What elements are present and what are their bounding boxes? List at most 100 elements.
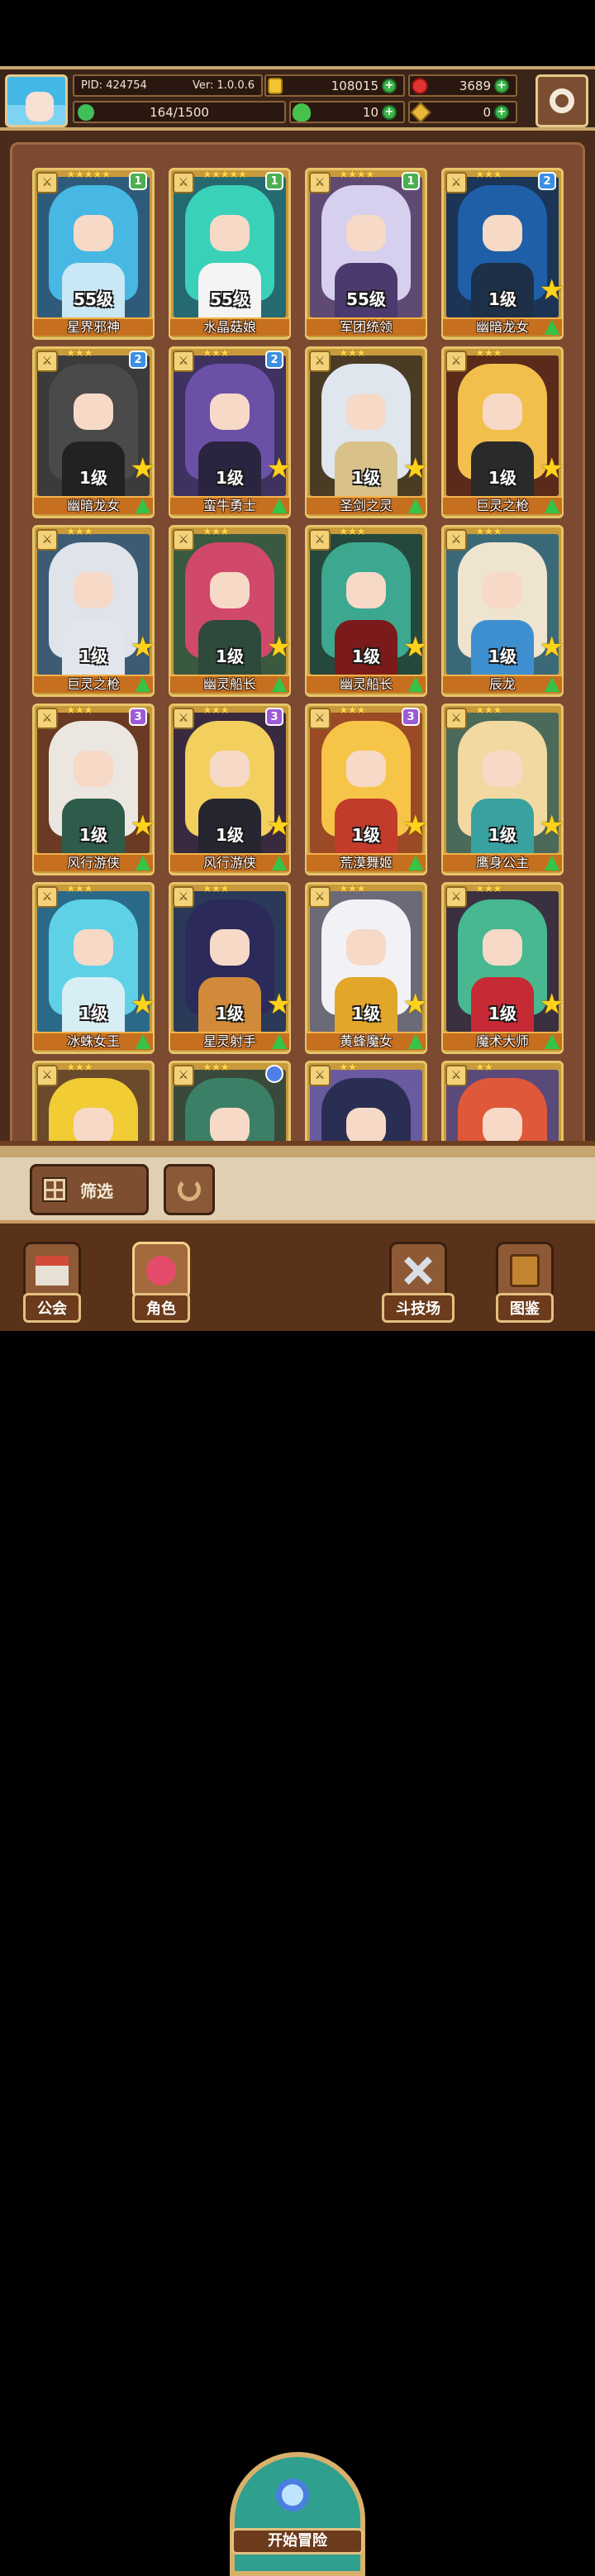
star-upgrade-icon[interactable]: ★ [540,633,564,661]
hero-card[interactable]: ⚔ ★★★ 1级 幽灵船长 ★ ▲ [305,525,428,697]
hero-card[interactable]: ⚔ ★★★★★ 1 55级 水晶菇娘 [169,168,291,340]
settings-button[interactable] [536,74,588,127]
nav-role[interactable]: 角色 [132,1242,190,1323]
star-upgrade-icon[interactable]: ★ [403,455,428,483]
role-portrait-icon [132,1242,190,1300]
nav-arena[interactable]: 斗技场 [382,1242,455,1323]
start-adventure-button[interactable]: 开始冒险 [223,2452,372,2576]
magnifier-icon [276,2478,309,2512]
level-up-arrow-icon[interactable]: ▲ [403,1028,428,1052]
hero-level: 55级 [74,289,113,309]
hero-stars: ★★★ [475,526,502,538]
star-upgrade-icon[interactable]: ★ [131,455,155,483]
star-upgrade-icon[interactable]: ★ [267,812,292,840]
hero-face [74,751,113,787]
level-up-arrow-icon[interactable]: ▲ [540,850,564,873]
level-up-arrow-icon[interactable]: ▲ [131,850,155,873]
weapon-class-icon: ⚔ [309,529,331,551]
hero-card[interactable]: ⚔ ★★★ 3 1级 风行游侠 ★ ▲ [32,704,155,875]
hero-card[interactable]: ⚔ ★★★ 1级 冰蛛女王 ★ ▲ [32,882,155,1054]
hero-face [346,929,386,966]
star-upgrade-icon[interactable]: ★ [403,812,428,840]
level-up-arrow-icon[interactable]: ▲ [267,850,292,873]
star-upgrade-icon[interactable]: ★ [540,990,564,1018]
hero-stars: ★★★ [202,883,230,895]
star-upgrade-icon[interactable]: ★ [267,455,292,483]
hero-card[interactable]: ⚔ ★★★ 3 1级 荒漠舞姬 ★ ▲ [305,704,428,875]
filter-label: 筛选 [80,1181,113,1201]
star-upgrade-icon[interactable]: ★ [131,812,155,840]
nav-guild[interactable]: 公会 [23,1242,81,1323]
rank-badge: 1 [265,172,283,190]
star-upgrade-icon[interactable]: ★ [403,633,428,661]
weapon-class-icon: ⚔ [36,529,58,551]
energy-icon [78,103,94,121]
level-up-arrow-icon[interactable]: ▲ [131,671,155,694]
hero-card[interactable]: ⚔ ★★★ 2 1级 蛮牛勇士 ★ ▲ [169,346,292,518]
hero-stars: ★★★ [202,1061,230,1074]
hero-card[interactable]: ⚔ ★★★★★ 1 55级 星界邪神 [32,168,155,340]
hero-card[interactable]: ⚔ ★★★ 3 1级 风行游侠 ★ ▲ [169,704,292,875]
gold-coin-icon [268,77,283,94]
level-up-arrow-icon[interactable]: ▲ [403,493,428,516]
filter-button[interactable]: 筛选 [30,1164,149,1215]
add-gems-button[interactable]: + [494,78,509,93]
level-up-arrow-icon[interactable]: ▲ [403,850,428,873]
level-up-arrow-icon[interactable]: ▲ [540,314,564,337]
star-upgrade-icon[interactable]: ★ [540,812,564,840]
nav-codex[interactable]: 图鉴 [496,1242,554,1323]
star-upgrade-icon[interactable]: ★ [131,990,155,1018]
level-up-arrow-icon[interactable]: ▲ [540,493,564,516]
gold-counter: 108015 + [264,74,405,97]
star-upgrade-icon[interactable]: ★ [267,633,292,661]
adventure-map-dome [230,2452,365,2576]
hero-card[interactable]: ⚔ ★★★ 1级 幽灵船长 ★ ▲ [169,525,292,697]
status-bar [0,0,595,66]
level-up-arrow-icon[interactable]: ▲ [540,671,564,694]
add-keys-button[interactable]: + [494,104,509,120]
hero-card[interactable]: ⚔ ★★ [441,1061,564,1141]
nav-arena-label: 斗技场 [382,1293,455,1323]
star-upgrade-icon[interactable]: ★ [267,990,292,1018]
player-avatar[interactable] [5,74,68,127]
level-up-arrow-icon[interactable]: ▲ [267,671,292,694]
weapon-class-icon: ⚔ [36,886,58,908]
level-up-arrow-icon[interactable]: ▲ [403,671,428,694]
portrait-shape [146,1256,176,1286]
reset-sort-button[interactable] [164,1164,215,1215]
nav-role-label: 角色 [132,1293,190,1323]
grid-icon [42,1177,67,1202]
add-clover-button[interactable]: + [382,104,397,120]
level-up-arrow-icon[interactable]: ▲ [267,1028,292,1052]
hero-stars: ★★★ [66,704,93,717]
hero-card[interactable]: ⚔ ★★★ 1级 星灵射手 ★ ▲ [169,882,292,1054]
add-gold-button[interactable]: + [382,78,397,93]
star-upgrade-icon[interactable]: ★ [540,455,564,483]
hero-card[interactable]: ⚔ ★★★ 2 1级 幽暗龙女 ★ ▲ [441,168,564,340]
star-upgrade-icon[interactable]: ★ [403,990,428,1018]
level-up-arrow-icon[interactable]: ▲ [540,1028,564,1052]
hero-card[interactable]: ⚔ ★★★ 1级 辰龙 ★ ▲ [441,525,564,697]
hero-card[interactable]: ⚔ ★★★ 1级 圣剑之灵 ★ ▲ [305,346,428,518]
hero-card[interactable]: ⚔ ★★★ 1级 魔术大师 ★ ▲ [441,882,564,1054]
level-up-arrow-icon[interactable]: ▲ [267,493,292,516]
hero-grid-frame[interactable]: ⚔ ★★★★★ 1 55级 星界邪神 ⚔ ★★★★★ 1 55级 水晶菇娘 ⚔ ★★★★ 1 55级 军团统… [10,142,585,1141]
hero-card[interactable]: ⚔ ★★ [305,1061,427,1141]
hero-card[interactable]: ⚔ ★★★ 1级 巨灵之枪 ★ ▲ [32,525,155,697]
hero-card[interactable]: ⚔ ★★★ [169,1061,291,1141]
rank-badge: 1 [129,172,147,190]
energy-value: 164/1500 [150,104,209,120]
ruby-gem-icon [412,77,428,94]
level-up-arrow-icon[interactable]: ▲ [131,1028,155,1052]
hero-card[interactable]: ⚔ ★★★ 1级 鹰身公主 ★ ▲ [441,704,564,875]
star-upgrade-icon[interactable]: ★ [131,633,155,661]
level-up-arrow-icon[interactable]: ▲ [131,493,155,516]
hero-card[interactable]: ⚔ ★★★ 1级 黄蜂魔女 ★ ▲ [305,882,428,1054]
hero-card[interactable]: ⚔ ★★★★ 1 55级 军团统领 [305,168,427,340]
hero-card[interactable]: ⚔ ★★★ 2 1级 幽暗龙女 ★ ▲ [32,346,155,518]
star-upgrade-icon[interactable]: ★ [540,276,564,304]
hero-face [346,572,386,608]
hero-card[interactable]: ⚔ ★★★ 1级 巨灵之枪 ★ ▲ [441,346,564,518]
hero-face [483,929,522,966]
hero-card[interactable]: ⚔ ★★★ [32,1061,155,1141]
